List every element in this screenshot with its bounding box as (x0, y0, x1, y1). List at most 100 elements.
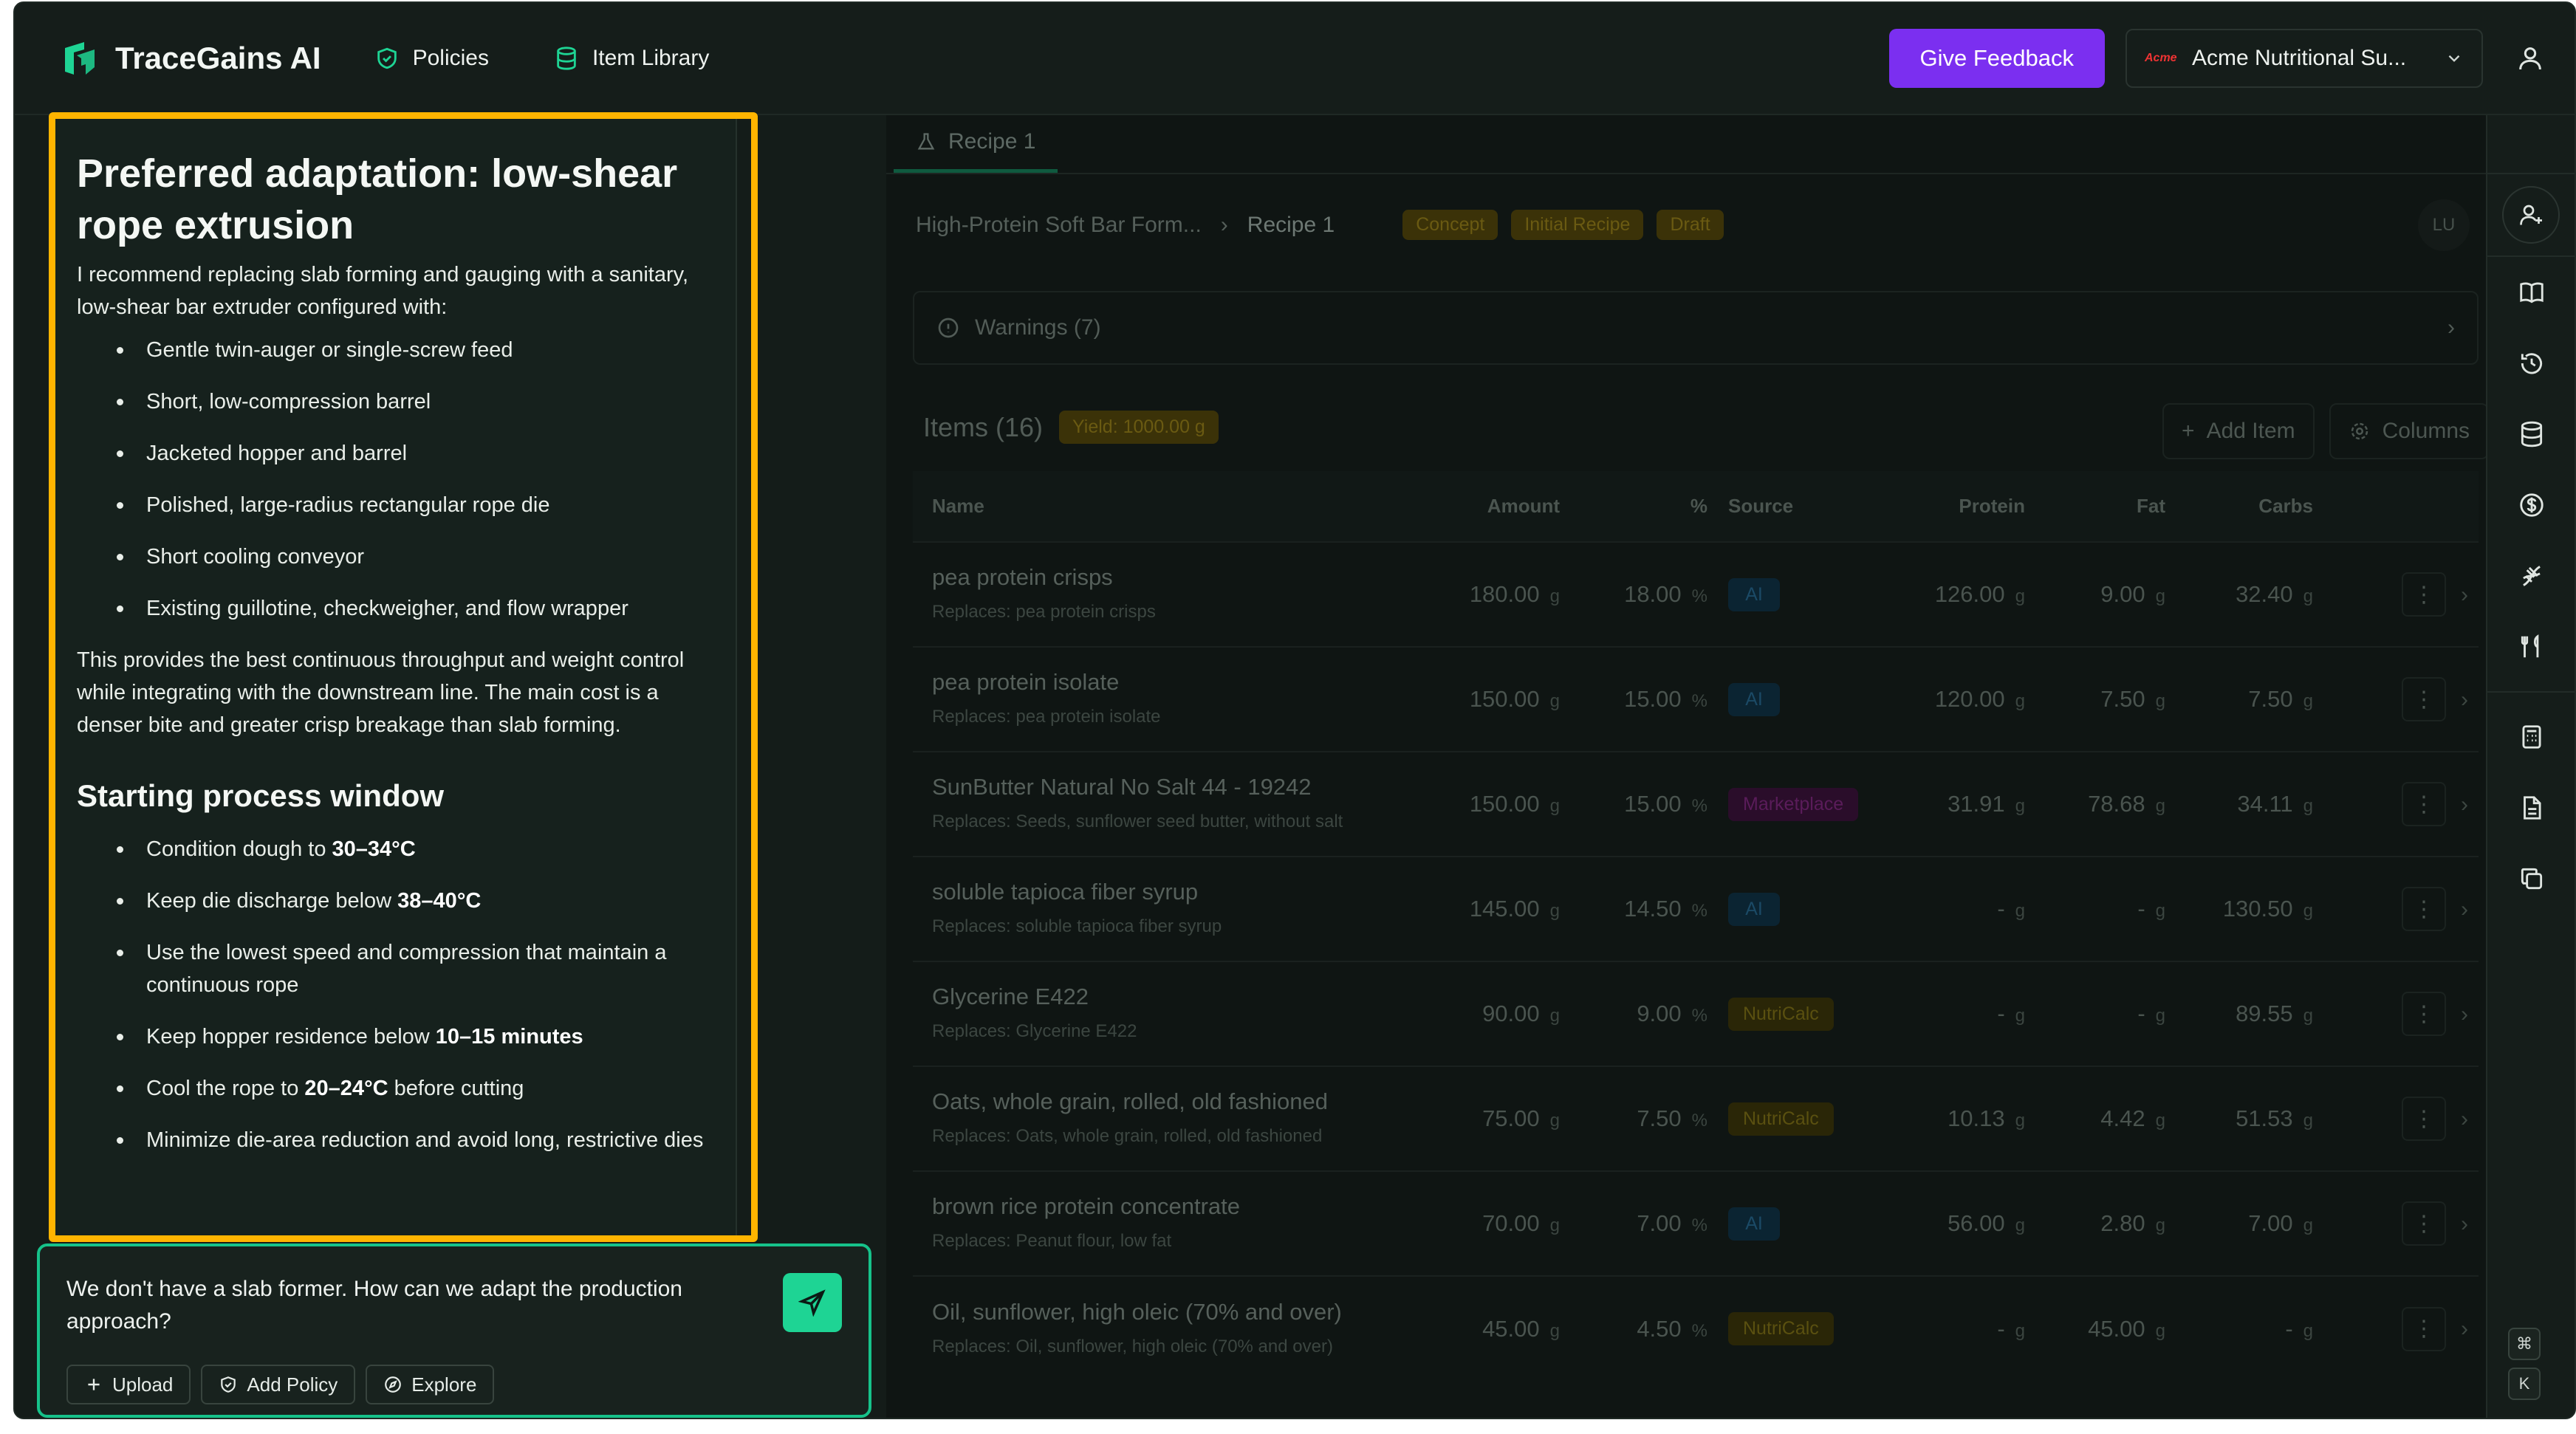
upload-button[interactable]: Upload (66, 1365, 191, 1404)
more-options-icon[interactable]: ⋮ (2402, 677, 2446, 721)
user-icon[interactable] (2515, 44, 2545, 73)
more-options-icon[interactable]: ⋮ (2402, 887, 2446, 931)
chevron-right-icon[interactable]: › (2461, 1002, 2468, 1026)
give-feedback-button[interactable]: Give Feedback (1888, 29, 2105, 88)
gear-icon (2351, 422, 2368, 440)
send-icon (798, 1289, 826, 1317)
amount-cell[interactable]: 180.00 g (1430, 541, 1570, 647)
column-header[interactable]: Name (913, 471, 1430, 542)
chevron-right-icon[interactable]: › (2461, 897, 2468, 922)
amount-cell[interactable]: 150.00 g (1430, 646, 1570, 752)
column-header[interactable]: % (1570, 471, 1718, 542)
item-name[interactable]: Oil, sunflower, high oleic (70% and over… (932, 1299, 1419, 1325)
yield-badge: Yield: 1000.00 g (1059, 411, 1219, 444)
carbs-cell: 32.40 g (2176, 541, 2323, 647)
item-name[interactable]: Glycerine E422 (932, 984, 1419, 1010)
item-name[interactable]: Oats, whole grain, rolled, old fashioned (932, 1088, 1419, 1115)
history-icon[interactable] (2487, 328, 2575, 399)
message-heading-2: Starting process window (77, 778, 445, 813)
info-icon (938, 318, 959, 338)
chevron-right-icon[interactable]: › (2461, 1317, 2468, 1341)
source-cell: Marketplace (1718, 751, 1888, 857)
column-header[interactable]: Carbs (2176, 471, 2323, 542)
chevron-right-icon: › (2447, 315, 2455, 340)
table-row[interactable]: Glycerine E422 Replaces: Glycerine E422 90… (913, 961, 2479, 1066)
columns-button[interactable]: Columns (2329, 403, 2489, 459)
protein-cell: -g (1888, 1275, 2035, 1381)
add-policy-button[interactable]: Add Policy (201, 1365, 356, 1404)
column-header[interactable]: Source (1718, 471, 1888, 542)
nav-item-library[interactable]: Item Library (554, 46, 709, 71)
document-icon[interactable] (2487, 772, 2575, 843)
message-paragraph-2: This provides the best continuous throug… (77, 648, 685, 737)
more-options-icon[interactable]: ⋮ (2402, 1306, 2446, 1351)
column-header[interactable]: Protein (1888, 471, 2035, 542)
table-row[interactable]: pea protein crisps Replaces: pea protein … (913, 541, 2479, 647)
breadcrumb-parent[interactable]: High-Protein Soft Bar Form... (916, 213, 1202, 238)
org-selector[interactable]: Acme Acme Nutritional Su... (2125, 29, 2483, 88)
item-name[interactable]: soluble tapioca fiber syrup (932, 879, 1419, 905)
tab-label: Recipe 1 (948, 128, 1036, 154)
dna-icon[interactable] (2487, 541, 2575, 611)
book-icon[interactable] (2487, 257, 2575, 328)
dollar-icon[interactable] (2487, 470, 2575, 541)
more-options-icon[interactable]: ⋮ (2402, 782, 2446, 826)
avatar[interactable]: LU (2418, 199, 2470, 251)
items-table-body: pea protein crisps Replaces: pea protein … (913, 541, 2479, 1381)
chevron-right-icon[interactable]: › (2461, 792, 2468, 817)
breadcrumb-separator-icon: › (1220, 212, 1228, 237)
item-name[interactable]: pea protein isolate (932, 669, 1419, 696)
carbs-cell: 130.50 g (2176, 856, 2323, 961)
chevron-right-icon[interactable]: › (2461, 1107, 2468, 1131)
amount-cell[interactable]: 75.00 g (1430, 1066, 1570, 1171)
row-actions-cell: ⋮ › (2323, 1275, 2479, 1381)
copy-icon[interactable] (2487, 843, 2575, 914)
explore-button[interactable]: Explore (366, 1365, 495, 1404)
add-item-button[interactable]: + Add Item (2162, 403, 2315, 459)
table-row[interactable]: SunButter Natural No Salt 44 - 19242 Repl… (913, 751, 2479, 857)
send-button[interactable] (783, 1273, 842, 1332)
amount-cell[interactable]: 90.00 g (1430, 961, 1570, 1066)
tab-recipe-1[interactable]: Recipe 1 (894, 115, 1058, 173)
column-header[interactable]: Amount (1430, 471, 1570, 542)
add-collaborator-button[interactable] (2502, 186, 2560, 244)
k-key: K (2508, 1368, 2541, 1400)
more-options-icon[interactable]: ⋮ (2402, 992, 2446, 1036)
more-options-icon[interactable]: ⋮ (2402, 1097, 2446, 1141)
table-row[interactable]: Oats, whole grain, rolled, old fashioned… (913, 1066, 2479, 1171)
source-badge: NutriCalc (1728, 997, 1834, 1031)
amount-cell[interactable]: 45.00 g (1430, 1275, 1570, 1381)
chevron-right-icon[interactable]: › (2461, 687, 2468, 712)
calculator-icon[interactable] (2487, 701, 2575, 772)
amount-cell[interactable]: 70.00 g (1430, 1170, 1570, 1276)
explore-label: Explore (411, 1373, 477, 1396)
chat-input-box[interactable]: We don't have a slab former. How can we … (37, 1243, 871, 1418)
amount-cell[interactable]: 150.00 g (1430, 751, 1570, 857)
more-options-icon[interactable]: ⋮ (2402, 572, 2446, 617)
add-item-label: Add Item (2206, 419, 2295, 443)
item-name[interactable]: pea protein crisps (932, 564, 1419, 591)
utensils-icon[interactable] (2487, 611, 2575, 682)
item-name[interactable]: SunButter Natural No Salt 44 - 19242 (932, 774, 1419, 800)
amount-cell[interactable]: 145.00 g (1430, 856, 1570, 961)
item-replaces: Replaces: Oats, whole grain, rolled, old… (932, 1126, 1323, 1146)
nav-item-library-label: Item Library (592, 46, 710, 70)
app-logo[interactable]: TraceGains AI (59, 38, 321, 79)
warnings-bar[interactable]: Warnings (7) › (913, 291, 2479, 365)
user-plus-icon (2520, 205, 2542, 225)
more-options-icon[interactable]: ⋮ (2402, 1201, 2446, 1246)
tracegains-logo-icon (65, 42, 95, 75)
table-row[interactable]: soluble tapioca fiber syrup Replaces: sol… (913, 856, 2479, 961)
row-actions-cell: ⋮ › (2323, 1066, 2479, 1171)
chat-input[interactable]: We don't have a slab former. How can we … (66, 1273, 746, 1338)
item-name[interactable]: brown rice protein concentrate (932, 1193, 1419, 1220)
nav-policies[interactable]: Policies (374, 46, 489, 71)
table-row[interactable]: brown rice protein concentrate Replaces: … (913, 1170, 2479, 1276)
chevron-right-icon[interactable]: › (2461, 1212, 2468, 1236)
percent-cell: 18.00% (1570, 541, 1718, 647)
table-row[interactable]: pea protein isolate Replaces: pea protein… (913, 646, 2479, 752)
chevron-right-icon[interactable]: › (2461, 583, 2468, 607)
column-header[interactable]: Fat (2035, 471, 2176, 542)
table-row[interactable]: Oil, sunflower, high oleic (70% and over… (913, 1275, 2479, 1381)
database-icon[interactable] (2487, 399, 2575, 470)
